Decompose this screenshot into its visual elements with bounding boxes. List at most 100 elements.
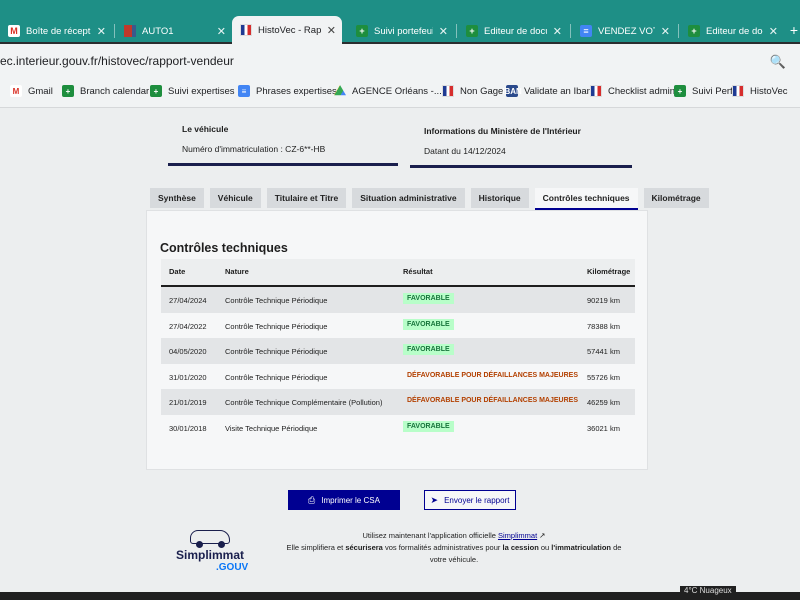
simplimmat-promo: Utilisez maintenant l'application offici… <box>278 530 630 566</box>
auto1-icon <box>124 25 136 37</box>
tab-historique[interactable]: Historique <box>470 188 529 208</box>
cell-nature: Contrôle Technique Périodique <box>225 372 328 382</box>
tab-vehicule[interactable]: Véhicule <box>209 188 261 208</box>
ministry-card-title: Informations du Ministère de l'Intérieur <box>424 126 581 136</box>
status-badge: DÉFAVORABLE POUR DÉFAILLANCES MAJEURES <box>407 397 578 404</box>
tab-title: Editeur de docu <box>484 25 547 37</box>
zoom-icon[interactable]: 🔍 <box>770 54 786 70</box>
tab-situation-administrative[interactable]: Situation administrative <box>352 188 465 208</box>
new-tab-button[interactable]: + <box>790 22 798 38</box>
tab-separator <box>678 24 679 38</box>
docs-icon: ≡ <box>238 85 250 97</box>
close-icon[interactable]: ✕ <box>217 25 226 38</box>
sheets-icon: + <box>674 85 686 97</box>
logo-suffix: .GOUV <box>216 562 249 573</box>
bookmark-phrases-expertises[interactable]: ≡ Phrases expertises <box>238 85 337 97</box>
promo-text: vos formalités administratives pour <box>382 543 503 552</box>
simplimmat-link[interactable]: Simplimmat <box>498 531 537 540</box>
sheets-icon: + <box>62 85 74 97</box>
cell-km: 57441 km <box>587 347 620 356</box>
promo-bold: sécurisera <box>345 543 383 552</box>
print-csa-button[interactable]: ⎙ Imprimer le CSA <box>288 490 400 510</box>
tab-editeur-docu-1[interactable]: + Editeur de docu ✕ <box>458 18 568 44</box>
bookmark-histovec[interactable]: HistoVec <box>732 85 788 97</box>
docs-icon: ≡ <box>580 25 592 37</box>
tab-histovec[interactable]: HistoVec - Rappo ✕ <box>232 16 342 44</box>
close-icon[interactable]: ✕ <box>327 24 336 37</box>
plate-number: Numéro d'immatriculation : CZ-6**-HB <box>182 144 326 154</box>
cell-km: 36021 km <box>587 423 620 433</box>
close-icon[interactable]: ✕ <box>439 25 448 38</box>
cell-nature: Contrôle Technique Complémentaire (Pollu… <box>225 398 383 407</box>
external-link-icon[interactable]: ↗ <box>539 531 545 540</box>
car-wheel <box>196 541 203 548</box>
bookmark-label: Suivi expertises <box>168 85 235 97</box>
tab-title: AUTO1 <box>142 25 174 37</box>
status-badge: FAVORABLE <box>403 293 454 304</box>
bookmark-validate-iban[interactable]: IBAN Validate an Iban <box>502 85 592 97</box>
bookmark-label: Phrases expertises <box>256 85 337 97</box>
bookmark-gmail[interactable]: M Gmail <box>10 85 53 97</box>
send-report-button[interactable]: ➤ Envoyer le rapport <box>424 490 516 510</box>
promo-bold: la cession <box>502 543 539 552</box>
promo-text: Utilisez maintenant l'application offici… <box>362 531 498 540</box>
tab-title: VENDEZ VOTRE <box>598 25 655 37</box>
column-nature: Nature <box>225 267 249 276</box>
status-badge: FAVORABLE <box>403 318 454 330</box>
bookmark-suivi-perf[interactable]: + Suivi Perf <box>674 85 733 97</box>
cell-date: 27/04/2024 <box>169 296 207 305</box>
sheets-icon: + <box>356 25 368 37</box>
tab-auto1[interactable]: AUTO1 ✕ <box>116 18 232 44</box>
bookmark-agence-orleans[interactable]: AGENCE Orléans -... <box>334 85 442 97</box>
os-taskbar: 4°C Nuageux <box>0 586 800 600</box>
promo-text: ou <box>538 543 552 552</box>
tab-kilometrage[interactable]: Kilométrage <box>643 188 709 208</box>
promo-text: Elle simplifiera et <box>286 543 346 552</box>
tab-title: Suivi portefeuille <box>374 25 433 37</box>
close-icon[interactable]: ✕ <box>661 25 670 38</box>
close-icon[interactable]: ✕ <box>769 25 778 38</box>
bookmark-label: Checklist admin <box>608 85 676 97</box>
table-row: 31/01/2020 Contrôle Technique Périodique… <box>161 363 635 389</box>
cell-km: 46259 km <box>587 398 620 407</box>
cell-date: 21/01/2019 <box>169 398 207 407</box>
bookmarks-bar: M Gmail + Branch calendar + Suivi expert… <box>0 78 800 108</box>
tab-gmail[interactable]: M Boîte de récepti ✕ <box>0 18 112 44</box>
cell-date: 30/01/2018 <box>169 423 207 433</box>
close-icon[interactable]: ✕ <box>97 25 106 38</box>
bookmark-branch-calendar[interactable]: + Branch calendar <box>62 85 149 97</box>
url-field[interactable]: ec.interieur.gouv.fr/histovec/rapport-ve… <box>0 54 234 68</box>
tab-vendez-votre[interactable]: ≡ VENDEZ VOTRE ✕ <box>572 18 676 44</box>
table-row: 04/05/2020 Contrôle Technique Périodique… <box>161 338 635 364</box>
bookmark-non-gage[interactable]: Non Gage <box>442 85 503 97</box>
status-badge: FAVORABLE <box>403 420 454 432</box>
address-bar: ec.interieur.gouv.fr/histovec/rapport-ve… <box>0 44 800 78</box>
weather-widget[interactable]: 4°C Nuageux <box>680 586 736 595</box>
section-title: Contrôles techniques <box>160 241 288 255</box>
tab-separator <box>456 24 457 38</box>
sheets-icon: + <box>466 25 478 37</box>
column-km: Kilométrage <box>587 267 631 276</box>
french-flag-icon <box>590 85 602 97</box>
table-row: 30/01/2018 Visite Technique Périodique F… <box>161 414 635 440</box>
vehicle-card-title: Le véhicule <box>182 124 229 134</box>
cell-nature: Visite Technique Périodique <box>225 423 318 433</box>
bookmark-label: Validate an Iban <box>524 85 592 97</box>
tab-suivi-portefeuille[interactable]: + Suivi portefeuille ✕ <box>348 18 454 44</box>
histovec-report-page: Le véhicule Numéro d'immatriculation : C… <box>0 108 800 592</box>
tab-controles-techniques[interactable]: Contrôles techniques <box>534 188 638 210</box>
bookmark-checklist-admin[interactable]: Checklist admin <box>590 85 675 97</box>
cell-nature: Contrôle Technique Périodique <box>225 321 328 331</box>
cell-date: 04/05/2020 <box>169 347 207 356</box>
table-header: Date Nature Résultat Kilométrage <box>161 259 635 287</box>
tab-editeur-docu-2[interactable]: + Editeur de docu ✕ <box>680 18 784 44</box>
sheets-icon: + <box>150 85 162 97</box>
bookmark-label: Branch calendar <box>80 85 150 97</box>
status-badge: DÉFAVORABLE POUR DÉFAILLANCES MAJEURES <box>407 371 578 379</box>
tab-titulaire[interactable]: Titulaire et Titre <box>266 188 347 208</box>
tab-title: Boîte de récepti <box>26 25 91 37</box>
bookmark-suivi-expertises[interactable]: + Suivi expertises <box>150 85 235 97</box>
iban-icon: IBAN <box>502 85 522 97</box>
close-icon[interactable]: ✕ <box>553 25 562 38</box>
tab-synthese[interactable]: Synthèse <box>150 188 204 208</box>
